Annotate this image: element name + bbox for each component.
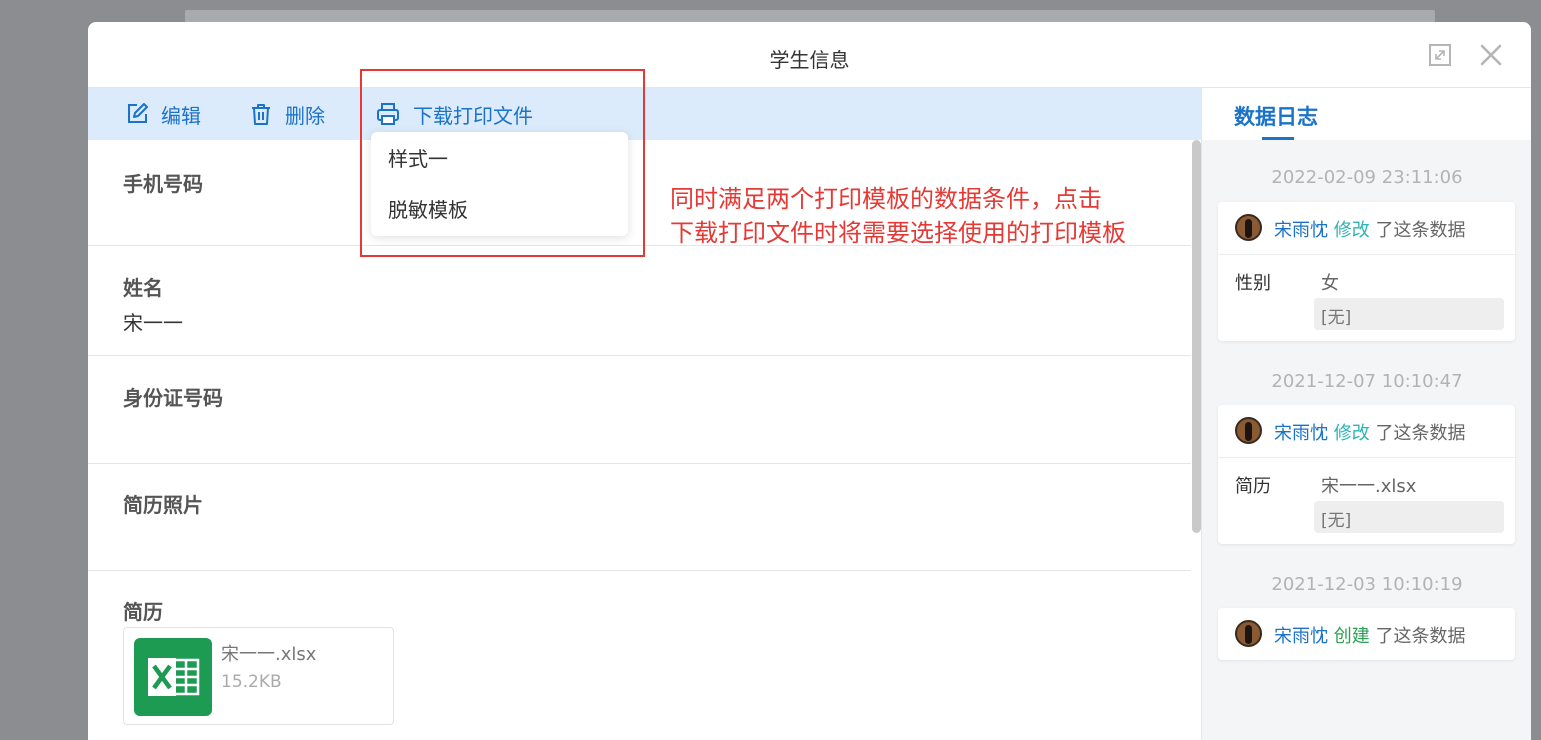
log-entry-header: 宋雨忱 创建 了这条数据 — [1218, 608, 1515, 660]
log-summary: 宋雨忱 修改 了这条数据 — [1274, 419, 1465, 445]
log-entry: 宋雨忱 修改 了这条数据 简历 宋一一.xlsx [无] — [1218, 405, 1515, 544]
close-icon[interactable] — [1478, 42, 1504, 68]
field-value: 宋一一 — [123, 311, 183, 335]
field-resume: 简历 宋一一.xlsx 15.2KB — [88, 571, 1191, 740]
attachment-size: 15.2KB — [221, 672, 282, 692]
menu-item-style-one[interactable]: 样式一 — [388, 143, 448, 172]
field-id-number: 身份证号码 — [88, 356, 1191, 464]
edit-button[interactable]: 编辑 — [125, 100, 201, 128]
field-label: 简历 — [123, 600, 163, 624]
tab-data-log[interactable]: 数据日志 — [1234, 101, 1318, 131]
log-old-value: [无] — [1314, 501, 1504, 533]
dialog-title: 学生信息 — [769, 48, 850, 72]
log-timestamp: 2021-12-03 10:10:19 — [1271, 574, 1463, 595]
log-action-suffix: 了这条数据 — [1375, 220, 1466, 241]
scrollbar[interactable] — [1191, 140, 1201, 740]
record-detail-panel: 编辑 删除 下载打印文件 样式一 脱敏模板 同时满足两个打印模板的数据条件，点击… — [88, 69, 1201, 740]
delete-label: 删除 — [285, 103, 325, 128]
log-action-suffix: 了这条数据 — [1375, 626, 1466, 647]
menu-item-desensitized-template[interactable]: 脱敏模板 — [388, 194, 468, 223]
edit-label: 编辑 — [161, 103, 201, 128]
trash-icon — [252, 104, 270, 125]
log-user[interactable]: 宋雨忱 — [1274, 220, 1328, 241]
field-label: 姓名 — [123, 276, 163, 300]
attachment-name: 宋一一.xlsx — [221, 644, 317, 665]
log-user[interactable]: 宋雨忱 — [1274, 423, 1328, 444]
field-name: 姓名 宋一一 — [88, 246, 1191, 356]
record-toolbar: 编辑 删除 下载打印文件 — [88, 88, 1201, 140]
log-action-suffix: 了这条数据 — [1375, 423, 1466, 444]
annotation-line-2: 下载打印文件时将需要选择使用的打印模板 — [670, 219, 1126, 247]
log-action: 创建 — [1333, 626, 1370, 647]
avatar — [1235, 214, 1262, 241]
log-entry: 宋雨忱 创建 了这条数据 — [1218, 608, 1515, 660]
log-action: 修改 — [1333, 220, 1370, 241]
student-info-dialog: 学生信息 编辑 删除 下载打印文件 样式一 脱敏模板 同时满足两个打印模板的数据… — [88, 22, 1531, 740]
field-resume-photo: 简历照片 — [88, 464, 1191, 571]
dialog-header: 学生信息 — [88, 22, 1531, 88]
log-entry-body: 简历 宋一一.xlsx [无] — [1218, 457, 1515, 544]
download-print-label: 下载打印文件 — [413, 103, 533, 128]
log-entry-body: 性别 女 [无] — [1218, 254, 1515, 341]
field-label: 简历照片 — [123, 493, 203, 517]
log-field-name: 性别 — [1235, 273, 1271, 294]
log-new-value: 女 — [1321, 273, 1339, 294]
avatar — [1235, 620, 1262, 647]
edit-icon — [128, 103, 148, 123]
avatar — [1235, 417, 1262, 444]
log-old-value: [无] — [1314, 298, 1504, 330]
log-entry: 宋雨忱 修改 了这条数据 性别 女 [无] — [1218, 202, 1515, 341]
maximize-icon[interactable] — [1427, 42, 1453, 68]
log-user[interactable]: 宋雨忱 — [1274, 626, 1328, 647]
log-new-value: 宋一一.xlsx — [1321, 476, 1417, 497]
attachment-card[interactable]: 宋一一.xlsx 15.2KB — [123, 627, 394, 725]
scrollbar-thumb[interactable] — [1192, 140, 1201, 533]
log-panel-header: 数据日志 — [1202, 88, 1531, 140]
log-entry-header: 宋雨忱 修改 了这条数据 — [1218, 202, 1515, 254]
download-print-button[interactable]: 下载打印文件 — [375, 100, 533, 128]
log-timestamp: 2022-02-09 23:11:06 — [1271, 167, 1463, 188]
data-log-panel: 数据日志 2022-02-09 23:11:06 宋雨忱 修改 了这条数据 性别… — [1201, 88, 1531, 740]
log-action: 修改 — [1333, 423, 1370, 444]
delete-button[interactable]: 删除 — [249, 100, 325, 128]
log-timestamp: 2021-12-07 10:10:47 — [1271, 371, 1463, 392]
log-entry-header: 宋雨忱 修改 了这条数据 — [1218, 405, 1515, 457]
log-summary: 宋雨忱 创建 了这条数据 — [1274, 622, 1465, 648]
field-label: 手机号码 — [123, 172, 203, 196]
active-tab-indicator — [1262, 137, 1294, 140]
excel-file-icon — [134, 638, 212, 716]
field-label: 身份证号码 — [123, 386, 223, 410]
annotation-text: 同时满足两个打印模板的数据条件，点击 下载打印文件时将需要选择使用的打印模板 — [670, 182, 1126, 250]
print-template-menu: 样式一 脱敏模板 — [371, 132, 628, 236]
log-field-name: 简历 — [1235, 476, 1271, 497]
printer-icon — [377, 103, 399, 125]
log-summary: 宋雨忱 修改 了这条数据 — [1274, 216, 1465, 242]
annotation-line-1: 同时满足两个打印模板的数据条件，点击 — [670, 185, 1102, 213]
